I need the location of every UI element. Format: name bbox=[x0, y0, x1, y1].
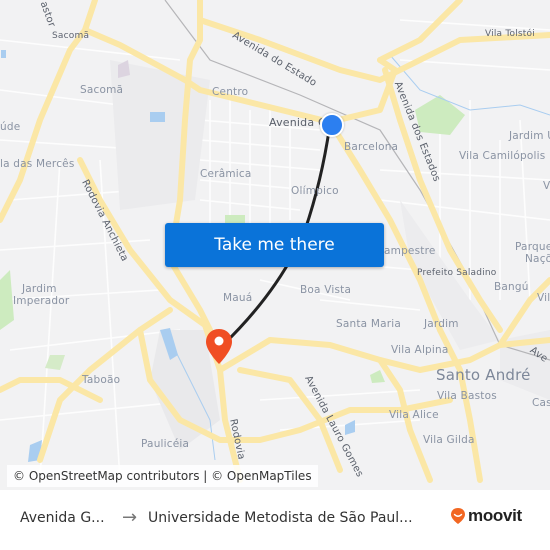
map-label: Vila Camilópolis bbox=[459, 150, 546, 162]
map-label: Mauá bbox=[223, 292, 253, 304]
map-label: Vil bbox=[537, 292, 550, 304]
map-label: Vila Gilda bbox=[423, 434, 475, 446]
map-label: Jardim U bbox=[509, 130, 550, 142]
map-label: Sacomã bbox=[52, 31, 90, 41]
route-footer: Avenida G... → Universidade Metodista de… bbox=[0, 490, 550, 550]
map-attribution[interactable]: © OpenStreetMap contributors | © OpenMap… bbox=[7, 465, 318, 487]
destination-name: Universidade Metodista de São Paul... bbox=[148, 510, 413, 526]
map-label: Vila Alpina bbox=[391, 344, 449, 356]
moovit-pin-icon bbox=[451, 508, 465, 524]
destination-marker[interactable] bbox=[204, 328, 234, 371]
map-label: Centro bbox=[212, 86, 249, 98]
map-label: Jardim bbox=[22, 283, 57, 295]
moovit-logo[interactable]: moovit bbox=[450, 506, 522, 526]
map-label: Paulicéia bbox=[141, 438, 190, 450]
map-label: Sacomã bbox=[80, 84, 124, 96]
map-label: Cerâmica bbox=[200, 168, 252, 180]
map-label: Taboão bbox=[82, 374, 121, 386]
map-label: Avenida G bbox=[269, 116, 327, 129]
map-label: Bangú bbox=[494, 281, 529, 293]
take-me-there-button[interactable]: Take me there bbox=[165, 223, 384, 267]
map-label: Boa Vista bbox=[300, 284, 352, 296]
map-label: Vila Tolstói bbox=[485, 29, 535, 39]
map-label: Olímpico bbox=[291, 185, 339, 197]
origin-marker[interactable] bbox=[320, 113, 344, 137]
map-label: Imperador bbox=[13, 295, 70, 307]
map-pin-icon bbox=[206, 329, 232, 364]
map[interactable]: Sacomã Sacomã úde la das Mercês Centro A… bbox=[0, 0, 550, 490]
map-label: úde bbox=[0, 121, 21, 133]
map-label: Vila Bastos bbox=[437, 390, 497, 402]
map-label: Santa Maria bbox=[336, 318, 402, 330]
map-label: V bbox=[543, 180, 550, 192]
map-label: Cas bbox=[532, 397, 550, 409]
arrow-right-icon: → bbox=[122, 507, 138, 528]
map-label: Parque bbox=[515, 241, 550, 253]
map-label: ampestre bbox=[384, 245, 436, 257]
origin-name: Avenida G... bbox=[20, 510, 105, 526]
map-label: Vila Alice bbox=[389, 409, 439, 421]
map-label: Barcelona bbox=[344, 141, 399, 153]
map-label: Jardim bbox=[424, 318, 459, 330]
moovit-wordmark: moovit bbox=[468, 506, 522, 525]
map-label: la das Mercês bbox=[0, 158, 75, 170]
map-label: Santo André bbox=[436, 366, 531, 384]
map-label: Prefeito Saladino bbox=[417, 268, 497, 278]
map-label: Naçõ bbox=[525, 253, 550, 265]
